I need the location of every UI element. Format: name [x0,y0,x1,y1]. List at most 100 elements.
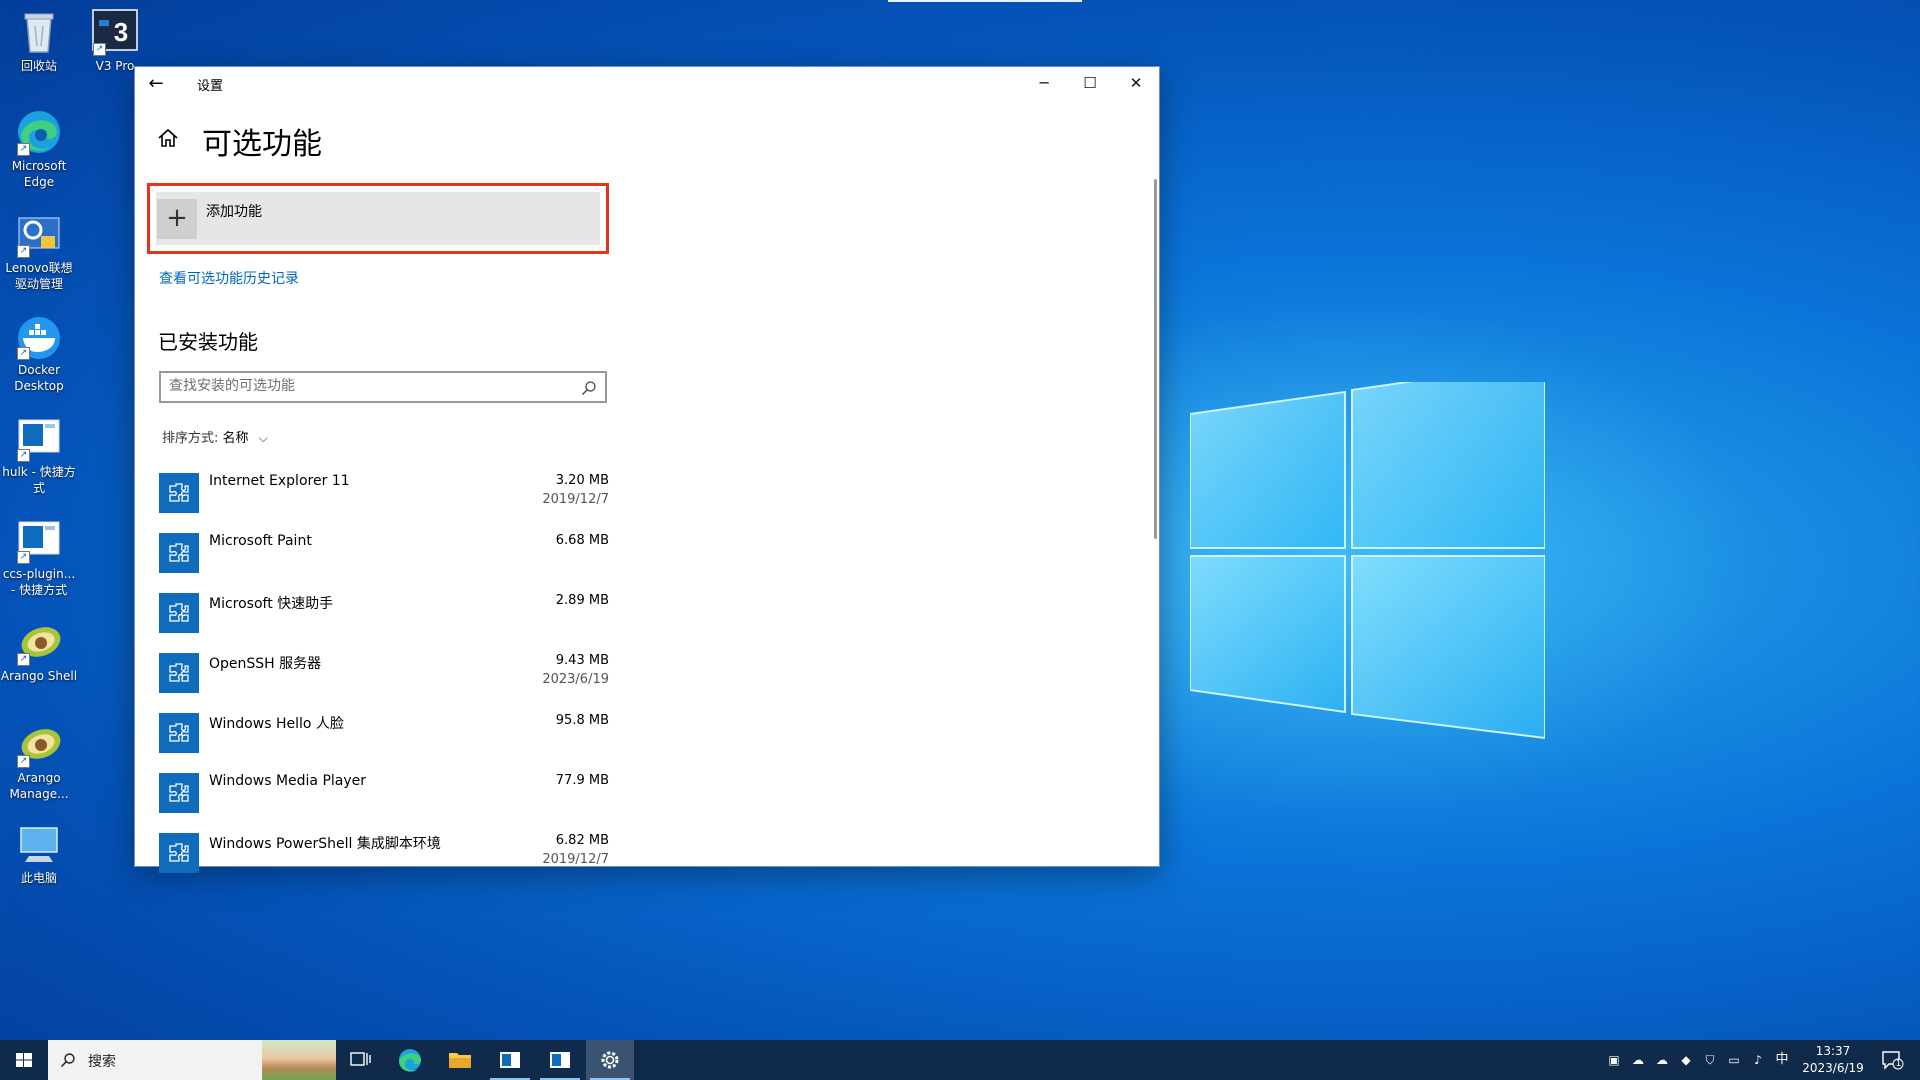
tray-cloud-off-icon[interactable]: ☁ [1654,1053,1670,1067]
start-button[interactable] [0,1040,48,1080]
puzzle-icon [159,473,199,513]
gear-icon [601,1051,619,1069]
taskbar-clock[interactable]: 13:37 2023/6/19 [1790,1043,1876,1077]
search-icon [60,1053,75,1068]
search-highlight-image [262,1040,336,1080]
tray-shield-icon[interactable]: ⛉ [1702,1053,1718,1067]
feature-name: Windows Hello 人脸 [209,716,344,732]
list-item[interactable]: Windows Media Player 77.9 MB [159,764,609,824]
notification-center-button[interactable]: 1 [1880,1049,1904,1071]
desktop-icon-recycle-bin[interactable]: 回收站 [0,8,78,74]
tray-ime-indicator[interactable]: 中 [1774,1053,1790,1067]
close-button[interactable]: ✕ [1113,67,1159,99]
desktop-icon-lenovo[interactable]: ↗ Lenovo联想驱动管理 [0,210,78,292]
feature-date: 2023/6/19 [542,672,609,687]
feature-size: 2.89 MB [555,593,609,608]
taskbar-app-window-2[interactable] [536,1040,584,1080]
desktop-icon-arango-shell[interactable]: ↗ Arango Shell [0,618,78,684]
hulk-app-icon: ↗ [15,414,63,462]
page-title: 可选功能 [202,127,322,162]
window-title: 设置 [197,79,224,94]
lenovo-driver-icon: ↗ [15,210,63,258]
avocado-icon: ↗ [15,618,63,666]
task-view-icon [350,1052,371,1066]
recycle-bin-icon [15,8,63,56]
feature-date: 2019/12/7 [542,852,609,867]
feature-name: Internet Explorer 11 [209,473,350,489]
notification-count: 1 [1895,1059,1902,1069]
tray-cloud-icon[interactable]: ☁ [1630,1053,1646,1067]
search-box[interactable] [159,371,607,403]
ccs-plugin-icon: ↗ [15,516,63,564]
taskbar-search-box[interactable]: 搜索 [48,1040,336,1080]
desktop-icon-label: Lenovo联想驱动管理 [5,261,73,291]
add-feature-label: 添加功能 [206,204,262,220]
minimize-button[interactable]: ─ [1021,67,1067,99]
search-input[interactable] [169,378,569,394]
feature-name: OpenSSH 服务器 [209,656,322,672]
puzzle-icon [159,593,199,633]
feature-name: Microsoft Paint [209,533,312,549]
feature-list: Internet Explorer 11 3.20 MB 2019/12/7 M… [159,464,609,884]
docker-icon: ↗ [15,312,63,360]
desktop-icon-this-pc[interactable]: 此电脑 [0,820,78,886]
list-item[interactable]: Windows Hello 人脸 95.8 MB [159,704,609,764]
desktop-icon-label: hulk - 快捷方式 [2,465,76,495]
desktop-icon-edge[interactable]: ↗ Microsoft Edge [0,108,78,190]
task-view-button[interactable] [336,1040,384,1080]
desktop-icon-ccs-plugin[interactable]: ↗ ccs-plugin... - 快捷方式 [0,516,78,598]
shortcut-arrow-icon: ↗ [17,347,30,360]
back-arrow-icon[interactable]: ← [145,73,167,95]
feature-size: 6.68 MB [555,533,609,548]
folder-icon [449,1053,471,1068]
desktop-icon-arango-manage[interactable]: ↗ Arango Manage... [0,720,78,802]
list-item[interactable]: Internet Explorer 11 3.20 MB 2019/12/7 [159,464,609,524]
desktop-icon-label: 回收站 [20,59,57,73]
taskbar-search-text: 搜索 [88,1054,116,1070]
clock-date: 2023/6/19 [1802,1061,1864,1075]
tray-network-share-icon[interactable]: ▣ [1606,1053,1622,1067]
puzzle-icon [159,833,199,873]
feature-name: Microsoft 快速助手 [209,596,334,612]
search-icon[interactable] [581,380,597,396]
taskbar-settings[interactable] [586,1040,634,1080]
feature-size: 3.20 MB [555,473,609,488]
feature-date: 2019/12/7 [542,492,609,507]
list-item[interactable]: Microsoft Paint 6.68 MB [159,524,609,584]
tray-network-icon[interactable]: ▭ [1726,1053,1742,1067]
desktop-icon-label: 此电脑 [20,871,57,885]
desktop-icon-v3-pro[interactable]: 3 ↗ V3 Pro [76,8,154,74]
shortcut-arrow-icon: ↗ [17,755,30,768]
scrollbar-thumb[interactable] [1154,179,1157,539]
settings-window: ← 设置 ─ ☐ ✕ 可选功能 + 添加功能 查看可选功能历史记录 已安装功能 … [134,66,1160,873]
plus-icon: + [157,199,197,239]
edge-icon [399,1049,421,1072]
list-item[interactable]: Windows PowerShell 集成脚本环境 6.82 MB 2019/1… [159,824,609,884]
tray-security-app-icon[interactable]: ◆ [1678,1053,1694,1067]
desktop-icon-label: Docker Desktop [14,363,64,393]
home-icon[interactable] [157,127,179,149]
windows-start-icon [16,1053,32,1067]
top-edge-indicator [888,0,1082,2]
list-item[interactable]: Microsoft 快速助手 2.89 MB [159,584,609,644]
avocado-icon: ↗ [15,720,63,768]
desktop-icon-docker[interactable]: ↗ Docker Desktop [0,312,78,394]
title-bar[interactable]: ← 设置 ─ ☐ ✕ [135,67,1159,100]
desktop-icon-label: Arango Manage... [9,771,69,801]
taskbar: 搜索 ▣ ☁ ☁ ◆ ⛉ ▭ ♪ 中 13:37 2023/6/19 1 [0,1040,1920,1080]
maximize-button[interactable]: ☐ [1067,67,1113,99]
desktop-icon-label: Microsoft Edge [11,159,67,189]
taskbar-file-explorer[interactable] [436,1040,484,1080]
taskbar-edge[interactable] [386,1040,434,1080]
desktop-icon-hulk[interactable]: ↗ hulk - 快捷方式 [0,414,78,496]
sort-dropdown[interactable]: 排序方式: 名称 ⌵ [162,427,268,446]
chevron-down-icon: ⌵ [258,431,268,445]
list-item[interactable]: OpenSSH 服务器 9.43 MB 2023/6/19 [159,644,609,704]
tray-volume-icon[interactable]: ♪ [1750,1053,1766,1067]
add-feature-button[interactable]: + 添加功能 [156,192,600,245]
taskbar-app-window-1[interactable] [486,1040,534,1080]
shortcut-arrow-icon: ↗ [93,43,106,56]
view-history-link[interactable]: 查看可选功能历史记录 [159,268,299,288]
feature-name: Windows PowerShell 集成脚本环境 [209,836,441,852]
puzzle-icon [159,773,199,813]
